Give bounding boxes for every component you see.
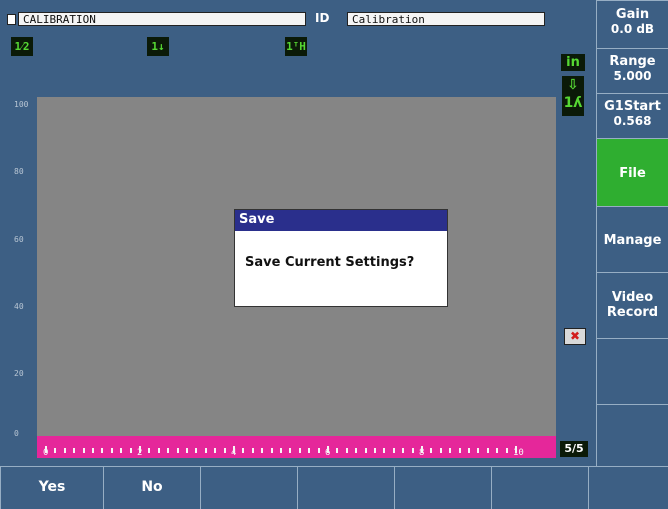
- mute-icon: ✖: [564, 328, 586, 345]
- ruler-tick: [449, 448, 452, 453]
- y-tick-label: 0: [14, 429, 19, 438]
- ruler-label: 6: [325, 448, 331, 458]
- video-record-key[interactable]: Video Record: [596, 272, 668, 338]
- file-icon: [7, 14, 16, 25]
- ruler-tick: [251, 448, 254, 453]
- ruler-tick: [110, 448, 113, 453]
- ruler-tick: [92, 448, 94, 453]
- scale-indicator: 1⁄2: [11, 37, 33, 56]
- id-label: ID: [315, 11, 330, 25]
- ruler-tick: [477, 448, 480, 453]
- ruler-tick: [73, 448, 76, 453]
- ruler-tick: [458, 448, 461, 453]
- yes-button[interactable]: Yes: [0, 466, 103, 509]
- ruler-tick: [148, 448, 151, 453]
- manage-key-label: Manage: [603, 233, 662, 248]
- ruler-tick: [345, 448, 348, 453]
- file-key-label: File: [619, 166, 646, 181]
- record-label: Record: [606, 305, 659, 320]
- ruler-tick: [439, 448, 442, 453]
- y-tick-label: 80: [14, 167, 24, 176]
- ruler-tick: [505, 448, 508, 453]
- video-label: Video: [611, 290, 654, 305]
- ruler-tick: [308, 448, 311, 453]
- range-parameter[interactable]: Range 5.000: [596, 48, 668, 93]
- page-indicator: 5/5: [560, 441, 588, 457]
- ruler-tick: [214, 448, 217, 453]
- ruler-tick: [63, 448, 66, 453]
- ruler-tick: [120, 448, 123, 453]
- units-indicator: in: [561, 54, 585, 71]
- gate-indicator-2: 1ᵀH: [285, 37, 307, 56]
- ruler-label: 8: [419, 448, 425, 458]
- ruler-tick: [364, 448, 367, 453]
- setup-name-field[interactable]: CALIBRATION: [18, 12, 306, 26]
- y-tick-label: 100: [14, 100, 29, 109]
- dialog-message: Save Current Settings?: [245, 255, 415, 270]
- ruler-tick: [204, 448, 207, 453]
- range-value: 5.000: [613, 69, 652, 83]
- file-key[interactable]: File: [596, 138, 668, 206]
- ruler-tick: [298, 448, 301, 453]
- ruler-tick: [468, 448, 470, 453]
- empty-key-2[interactable]: [596, 404, 668, 466]
- ruler-tick: [402, 448, 405, 453]
- range-label: Range: [609, 54, 656, 69]
- probe-icon: ⇩ 1ʎ: [562, 76, 584, 116]
- save-dialog[interactable]: Save Save Current Settings?: [234, 209, 448, 307]
- ruler-tick: [411, 448, 414, 453]
- ruler-tick: [82, 448, 85, 453]
- y-tick-label: 20: [14, 369, 24, 378]
- ruler-tick: [355, 448, 358, 453]
- ruler-tick: [167, 448, 170, 453]
- ruler-tick: [374, 448, 376, 453]
- gain-label: Gain: [615, 7, 650, 22]
- empty-button-6[interactable]: [491, 466, 588, 509]
- ruler-tick: [54, 448, 57, 453]
- empty-key-1[interactable]: [596, 338, 668, 404]
- ruler-label: 10: [513, 448, 524, 458]
- ruler-tick: [157, 448, 160, 453]
- y-tick-label: 60: [14, 235, 24, 244]
- ruler-tick: [270, 448, 273, 453]
- empty-button-4[interactable]: [297, 466, 394, 509]
- g1start-parameter[interactable]: G1Start 0.568: [596, 93, 668, 138]
- y-tick-label: 40: [14, 302, 24, 311]
- ruler-tick: [486, 448, 489, 453]
- manage-key[interactable]: Manage: [596, 206, 668, 272]
- ruler-tick: [223, 448, 226, 453]
- no-button[interactable]: No: [103, 466, 200, 509]
- dialog-title: Save: [235, 210, 447, 231]
- g1start-value: 0.568: [613, 114, 652, 128]
- empty-button-3[interactable]: [200, 466, 297, 509]
- ruler-tick: [496, 448, 499, 453]
- ruler-tick: [383, 448, 386, 453]
- ruler-tick: [289, 448, 292, 453]
- ruler-tick: [176, 448, 179, 453]
- ruler-tick: [430, 448, 433, 453]
- gate-indicator-1: 1↓: [147, 37, 169, 56]
- ruler-tick: [317, 448, 320, 453]
- x-ruler: 0 2 4 6 8 10: [37, 436, 556, 458]
- ruler-label: 0: [43, 448, 49, 458]
- empty-button-7[interactable]: [588, 466, 668, 509]
- ruler-tick: [280, 448, 282, 453]
- ruler-tick: [129, 448, 132, 453]
- ruler-tick: [261, 448, 264, 453]
- g1start-label: G1Start: [604, 99, 661, 114]
- ruler-tick: [195, 448, 198, 453]
- ruler-tick: [336, 448, 339, 453]
- gain-value: 0.0 dB: [610, 22, 655, 36]
- ruler-tick: [242, 448, 245, 453]
- empty-button-5[interactable]: [394, 466, 491, 509]
- ruler-label: 4: [231, 448, 237, 458]
- ruler-tick: [186, 448, 188, 453]
- id-value-field[interactable]: Calibration: [347, 12, 545, 26]
- ruler-tick: [392, 448, 395, 453]
- gain-parameter[interactable]: Gain 0.0 dB: [596, 0, 668, 48]
- ruler-tick: [101, 448, 104, 453]
- ruler-label: 2: [137, 448, 143, 458]
